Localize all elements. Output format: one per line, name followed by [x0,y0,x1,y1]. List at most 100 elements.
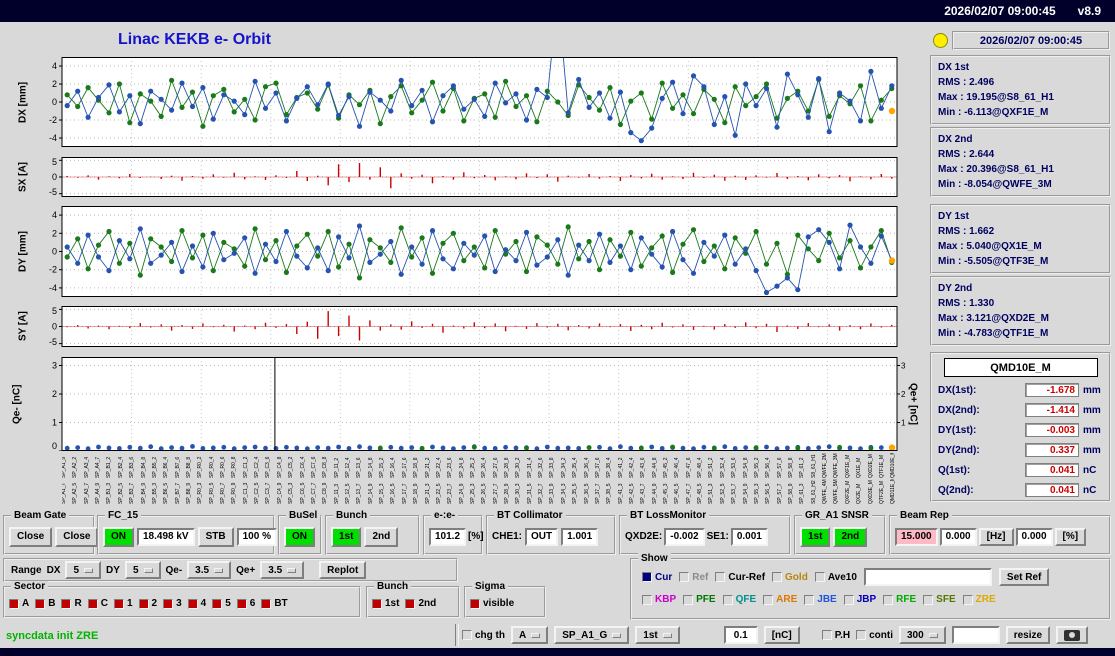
sector-checkbox-label: BT [274,598,288,609]
fc15-on-button[interactable]: ON [103,526,134,547]
sigma-checkbox-visible[interactable]: visible [470,598,514,609]
bpm-name-label: SP_37_7 [594,483,601,504]
sector-group: Sector A B R C 1 2 3 4 5 6 BT [3,581,361,618]
ref-name-input[interactable] [863,568,992,586]
show-checkbox-label: Cur-Ref [728,571,766,583]
beam-rep-field[interactable]: 15.000 [895,527,938,546]
bpm-name-label: SP_58_8 [788,457,794,478]
camera-button[interactable] [1056,626,1089,644]
chg-th-checkbox[interactable]: chg th [462,630,505,641]
sector-checkbox-c[interactable]: C [87,598,108,609]
range-dx-select[interactable]: 5 [65,561,102,579]
bpm-name-label: SP_56_4 [765,457,772,478]
show-checkbox-zre[interactable]: ZRE [962,594,996,605]
beam-rep-pct-field[interactable]: 0.000 [1015,527,1053,546]
sector-checkbox-6[interactable]: 6 [236,598,255,609]
set-ref-button[interactable]: Set Ref [998,568,1050,586]
collimator-value-field[interactable]: 1.001 [561,527,599,546]
svg-text:2: 2 [901,390,906,399]
stat-box-dx-1st: DX 1st RMS : 2.496 Max : 19.195@S8_61_H1 Mi… [930,55,1111,125]
beam-gate-close-button-1[interactable]: Close [9,526,53,547]
show-checkbox-ref[interactable]: Ref [679,572,708,583]
bpm-name-axis-row1: SP_A1_9 SP_A2_2 SP_A3_4 SP_A4_7 SP_B1_2 SP_B2… [62,453,897,478]
show-checkbox-kbp[interactable]: KBP [642,594,676,605]
sector-checkbox-b[interactable]: B [35,598,55,609]
snsr-1st-button[interactable]: 1st [800,526,831,547]
stat-box-dx-2nd: DX 2nd RMS : 2.644 Max : 20.396@S8_61_H1 Mi… [930,127,1111,197]
range-qem-select[interactable]: 3.5 [187,561,232,579]
fc15-kv-field[interactable]: 18.498 kV [137,527,195,546]
conti-checkbox[interactable]: conti [856,630,893,641]
bpm-name-label: SP_C5_3 [288,482,295,504]
resize-button[interactable]: resize [1005,626,1051,644]
fc15-stb-button[interactable]: STB [197,526,234,547]
bpm-name-box[interactable]: QMD10E_M [943,358,1098,377]
interval-select[interactable]: 300 [899,626,946,644]
ee-ratio-field[interactable]: 101.2 [429,527,467,546]
beam-rep-hz-unit: [Hz] [978,527,1014,546]
bpm-name-label: SP_A3_4 [83,456,90,478]
bpm-name-label: SP_C3_7 [265,482,272,504]
show-checkbox-rfe[interactable]: RFE [883,594,916,605]
blank-input[interactable] [951,626,1000,644]
range-label: Range [11,564,42,576]
show-checkbox-qfe[interactable]: QFE [722,594,756,605]
checkbox-icon [236,598,247,609]
show-checkbox-pfe[interactable]: PFE [683,594,716,605]
show-checkbox-sfe[interactable]: SFE [923,594,956,605]
mode-select[interactable]: A [511,626,549,644]
sector-checkbox-4[interactable]: 4 [187,598,206,609]
sector-checkbox-2[interactable]: 2 [138,598,157,609]
bunch-select[interactable]: 1st [635,626,680,644]
sector-checkbox-5[interactable]: 5 [212,598,231,609]
sector-checkbox-r[interactable]: R [61,598,82,609]
stat-rms: RMS : 1.662 [938,226,995,237]
replot-button[interactable]: Replot [319,561,367,579]
busel-on-button[interactable]: ON [284,526,315,547]
beam-gate-close-button-2[interactable]: Close [55,526,99,547]
ph-checkbox[interactable]: P.H [821,630,850,641]
range-dy-select[interactable]: 5 [124,561,161,579]
se1-field[interactable]: 0.001 [730,527,768,546]
bpm-name-label: SP_27_7 [492,483,499,504]
show-checkbox-are[interactable]: ARE [763,594,797,605]
sector-checkbox-label: 3 [176,598,182,609]
beam-rep-hz-field[interactable]: 0.000 [939,527,977,546]
show-checkbox-ave10[interactable]: Ave10 [814,572,857,583]
fc15-percent-field[interactable]: 100 % [236,527,277,546]
show-checkbox-gold[interactable]: Gold [772,572,808,583]
sector-checkbox-bt[interactable]: BT [261,598,288,609]
sector-checkbox-1[interactable]: 1 [113,598,133,609]
bpm-name-label: SP_56_5 [765,483,772,504]
bpm-name-label: SP_36_5 [583,483,590,504]
bunch-2nd-button[interactable]: 2nd [364,526,399,547]
bunch-checkbox-2nd[interactable]: 2nd [405,598,436,609]
sp-select[interactable]: SP_A1_G [554,626,630,644]
dropdown-icon [531,632,541,638]
qxd2e-field[interactable]: -0.002 [664,527,705,546]
bpm-name-label: SP_B6_5 [163,482,170,504]
che1-field[interactable]: OUT [525,527,559,546]
snsr-2nd-button[interactable]: 2nd [833,526,868,547]
bpm-name-label: SP_16_5 [390,483,397,504]
bpm-name-label: SP_58_9 [788,483,794,504]
sector-checkbox-a[interactable]: A [9,598,29,609]
bpm-name-label: SP_C8_9 [322,482,329,504]
bunch-value: 1st [643,629,658,641]
show-checkbox-jbe[interactable]: JBE [804,594,837,605]
bunch-checkbox-label: 1st [385,598,400,609]
ee-ratio-group: e-:e- 101.2 [%] [423,510,484,555]
bunch-checkbox-1st[interactable]: 1st [372,598,399,609]
app-window: 2026/02/07 09:00:45 v8.9 Linac KEKB e- O… [0,0,1115,656]
show-checkbox-label: JBP [856,594,877,605]
bpm-name-label: SP_30_2 [515,457,522,478]
show-checkbox-cur[interactable]: Cur [642,572,672,583]
sector-checkbox-3[interactable]: 3 [163,598,182,609]
bpm-name-label: SP_52_4 [719,457,726,478]
bunch-1st-button[interactable]: 1st [331,526,362,547]
show-checkbox-jbp[interactable]: JBP [843,594,877,605]
range-qep-select[interactable]: 3.5 [260,561,305,579]
show-checkbox-cur-ref[interactable]: Cur-Ref [715,572,765,583]
stat-min: Min : -5.505@QTF3E_M [938,256,1049,267]
threshold-field[interactable]: 0.1 [723,626,758,644]
